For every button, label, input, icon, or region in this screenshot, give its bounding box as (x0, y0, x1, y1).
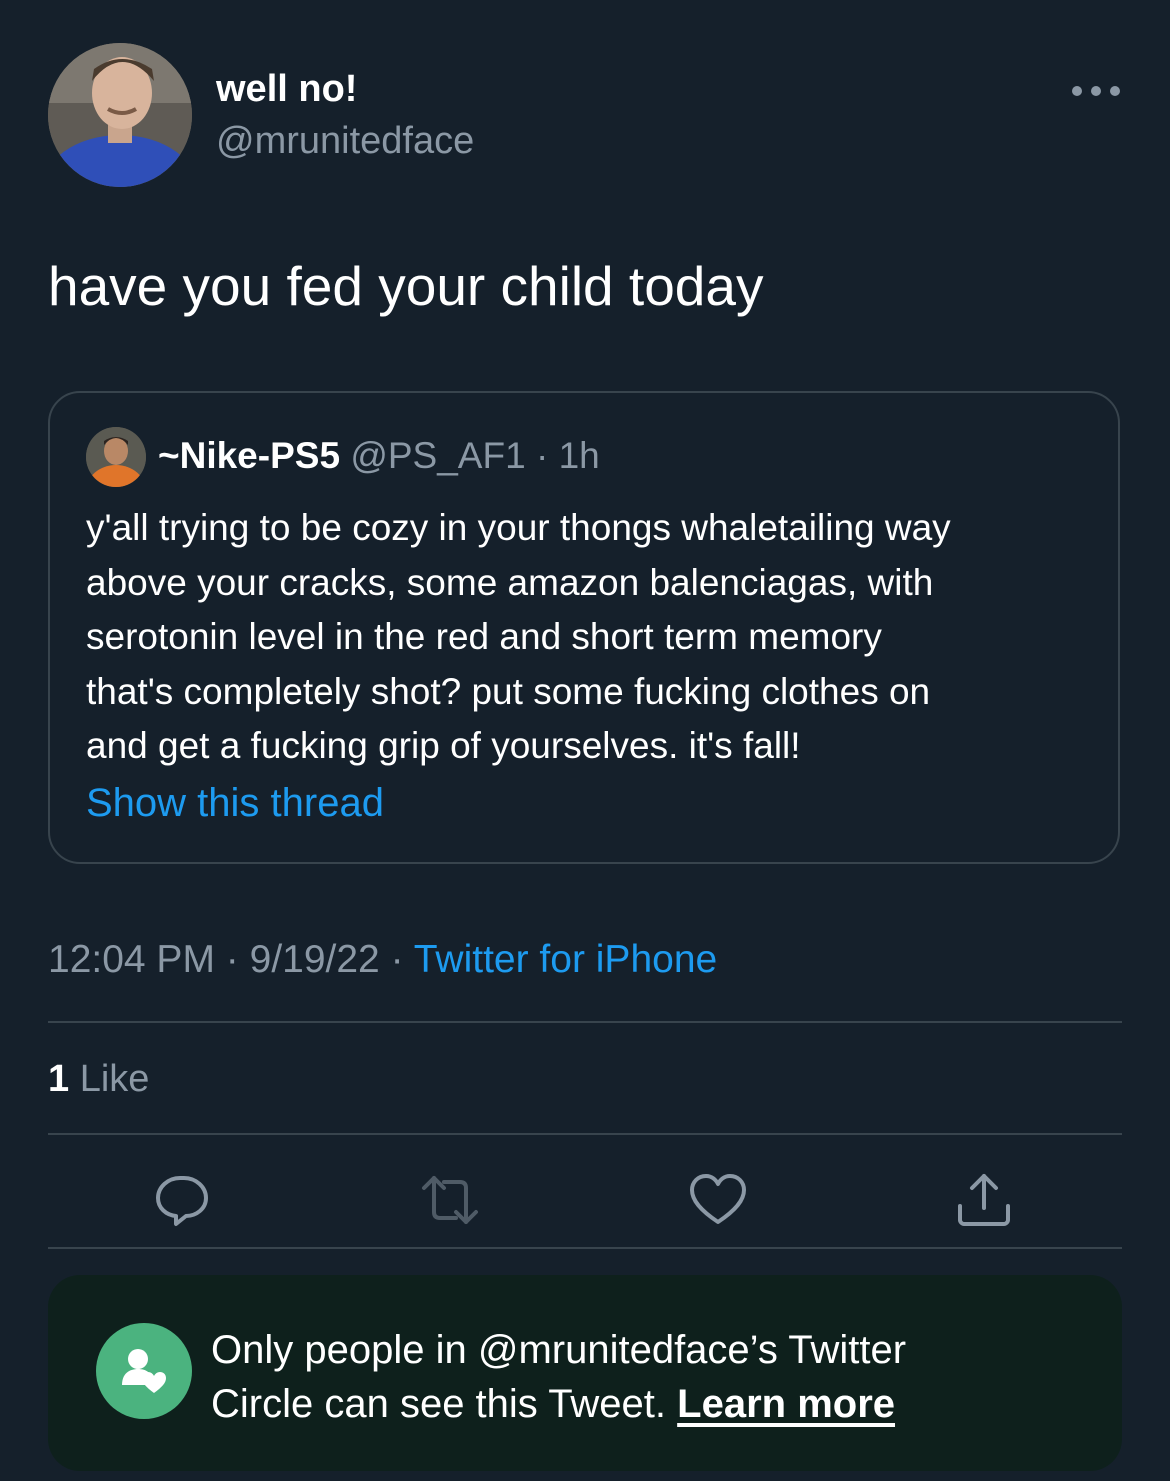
retweet-icon[interactable] (418, 1168, 482, 1232)
divider (48, 1247, 1122, 1249)
tweet-meta: 12:04 PM · 9/19/22 · Twitter for iPhone (48, 938, 717, 982)
show-thread-link[interactable]: Show this thread (86, 781, 384, 826)
tweet-text: have you fed your child today (48, 255, 764, 317)
notice-line-2: Circle can see this Tweet. Learn more (211, 1377, 906, 1431)
tweet-source-link[interactable]: Twitter for iPhone (414, 938, 717, 981)
quoted-separator: · (535, 435, 549, 476)
quoted-time: 1h (558, 435, 600, 476)
author-avatar[interactable] (48, 43, 192, 187)
more-dot (1091, 86, 1101, 96)
quoted-author-avatar (86, 427, 146, 487)
quoted-text-line: and get a fucking grip of yourselves. it… (86, 725, 801, 766)
quoted-text-line: serotonin level in the red and short ter… (86, 616, 882, 657)
tweet-date: 9/19/22 (249, 938, 380, 981)
quoted-tweet-header: ~Nike-PS5 @PS_AF1 · 1h (158, 435, 600, 477)
quoted-text-line: y'all trying to be cozy in your thongs w… (86, 507, 951, 548)
divider (48, 1021, 1122, 1023)
notice-line-1: Only people in @mrunitedface’s Twitter (211, 1328, 907, 1372)
author-handle[interactable]: @mrunitedface (216, 120, 474, 163)
quoted-handle[interactable]: @PS_AF1 (350, 435, 525, 476)
twitter-circle-icon (96, 1323, 192, 1419)
twitter-circle-notice: Only people in @mrunitedface’s Twitter C… (48, 1275, 1122, 1471)
like-count-number: 1 (48, 1058, 70, 1100)
more-options-icon[interactable] (1072, 80, 1120, 102)
reply-icon[interactable] (150, 1168, 214, 1232)
more-dot (1110, 86, 1120, 96)
meta-separator: · (390, 938, 404, 981)
notice-line-2-text: Circle can see this Tweet. (211, 1382, 667, 1426)
divider (48, 1133, 1122, 1135)
quoted-tweet-text: y'all trying to be cozy in your thongs w… (86, 501, 1096, 774)
likes-count[interactable]: 1 Like (48, 1058, 149, 1101)
like-icon[interactable] (686, 1168, 750, 1232)
quoted-display-name[interactable]: ~Nike-PS5 (158, 435, 340, 476)
meta-separator: · (225, 938, 239, 981)
quoted-text-line: above your cracks, some amazon balenciag… (86, 561, 934, 603)
learn-more-link[interactable]: Learn more (677, 1382, 895, 1426)
twitter-circle-notice-text: Only people in @mrunitedface’s Twitter C… (211, 1323, 906, 1431)
quoted-text-line: that's completely shot? put some fucking… (86, 670, 931, 712)
like-count-label: Like (79, 1058, 150, 1100)
author-display-name[interactable]: well no! (216, 68, 357, 111)
more-dot (1072, 86, 1082, 96)
quoted-tweet-card[interactable]: ~Nike-PS5 @PS_AF1 · 1h y'all trying to b… (48, 391, 1120, 864)
share-icon[interactable] (952, 1168, 1016, 1232)
tweet-time: 12:04 PM (48, 938, 215, 981)
